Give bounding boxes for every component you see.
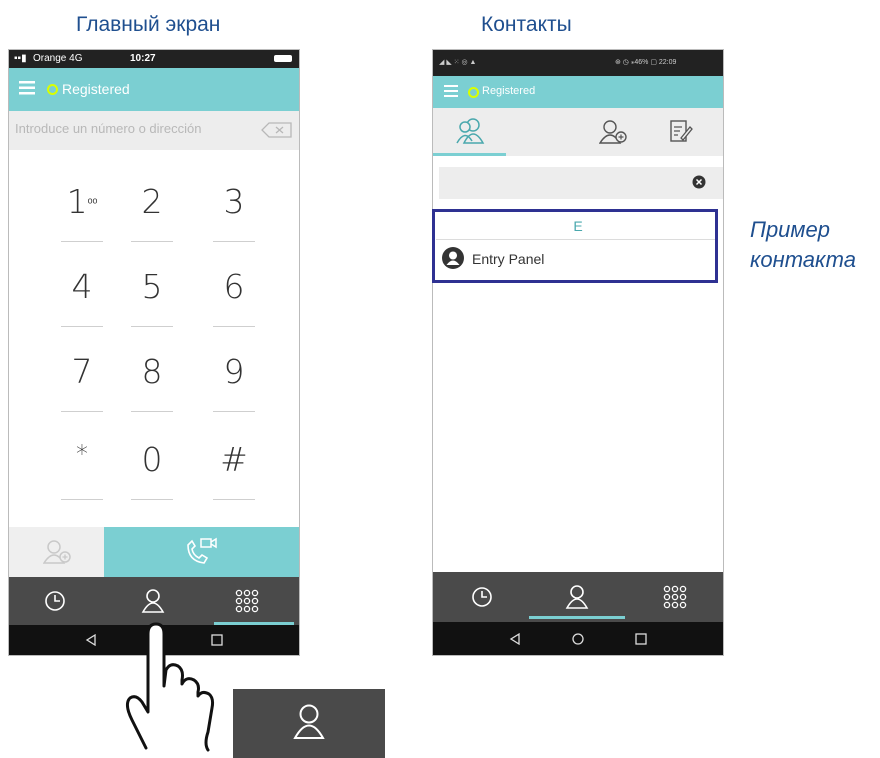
number-input-placeholder: Introduce un número o dirección [15,121,202,136]
key-3[interactable]: 3 [199,182,269,242]
contact-search-field[interactable] [439,167,723,199]
key-digit: * [76,440,88,468]
dialpad: 1ᵒᵒ 2 3 4 5 6 7 8 9 * 0 # [9,150,299,527]
status-bar: ◢ ◣ ⁙ ◎ ▲ ⊛ ◷ ⁎46% ▢ 22:09 [433,50,723,76]
tab-add-contact-icon[interactable] [599,119,629,145]
registration-status: Registered [482,85,536,97]
recents-icon[interactable] [635,633,647,645]
annotation-line-2: контакта [750,247,856,272]
back-icon[interactable] [509,633,521,645]
add-contact-button[interactable] [9,527,104,577]
key-star[interactable]: * [47,440,117,500]
app-bar: Registered [433,76,723,108]
key-digit: 1 [66,182,88,221]
home-screen-phone: ▪▪▮ Orange 4G 10:27 Registered Introduce… [8,49,300,656]
contact-example-highlight [432,209,718,283]
key-7[interactable]: 7 [47,352,117,412]
active-tab-indicator [529,616,625,619]
bottom-nav [9,577,299,625]
contacts-icon [293,704,325,739]
annotation-line-1: Пример [750,217,830,242]
video-call-button[interactable] [104,527,299,577]
status-bar: ▪▪▮ Orange 4G 10:27 [9,50,299,68]
add-contact-icon [43,540,71,564]
dialpad-icon[interactable] [235,589,259,613]
key-2[interactable]: 2 [117,182,187,242]
app-bar: Registered [9,68,299,111]
key-hash[interactable]: # [199,440,269,500]
key-8[interactable]: 8 [117,352,187,412]
key-digit: 3 [223,182,245,221]
clock-label: 10:27 [130,53,156,64]
contacts-tab-bar [433,108,723,156]
registered-status-icon [47,84,58,95]
history-icon[interactable] [471,586,493,608]
contacts-icon[interactable] [141,588,165,614]
registered-status-icon [468,87,479,98]
home-screen-caption: Главный экран [76,13,221,36]
history-icon[interactable] [44,590,66,612]
status-icons-left: ◢ ◣ ⁙ ◎ ▲ [439,59,477,66]
action-row [9,527,299,577]
key-6[interactable]: 6 [199,267,269,327]
contacts-screen-caption: Контакты [481,13,572,36]
bottom-nav [433,572,723,622]
key-1[interactable]: 1ᵒᵒ [47,182,117,242]
menu-icon[interactable] [19,81,35,95]
number-input-field[interactable]: Introduce un número o dirección [9,111,299,150]
clear-search-icon[interactable] [692,175,706,189]
backspace-icon[interactable] [261,122,293,138]
key-digit: 0 [141,440,163,479]
contacts-icon[interactable] [565,584,589,610]
menu-icon[interactable] [444,85,458,97]
key-digit: # [220,440,248,479]
system-nav-bar [433,622,723,655]
battery-icon [274,55,292,62]
key-digit: 4 [71,267,93,306]
tab-edit-list-icon[interactable] [669,118,693,144]
key-digit: 8 [141,352,163,391]
contacts-button-zoom [233,689,385,758]
active-tab-indicator [433,153,506,156]
key-4[interactable]: 4 [47,267,117,327]
key-digit: 5 [141,267,163,306]
registration-status: Registered [62,81,130,97]
carrier-label: Orange 4G [33,53,83,64]
back-icon[interactable] [85,634,97,646]
dialpad-icon[interactable] [663,585,687,609]
key-9[interactable]: 9 [199,352,269,412]
contacts-screen-phone: ◢ ◣ ⁙ ◎ ▲ ⊛ ◷ ⁎46% ▢ 22:09 Registered E … [432,49,724,656]
key-0[interactable]: 0 [117,440,187,500]
video-call-icon [187,537,217,564]
key-digit: 7 [71,352,93,391]
key-digit: 9 [223,352,245,391]
hand-pointer-icon [125,622,215,752]
signal-icon: ▪▪▮ [14,53,27,64]
home-icon[interactable] [572,633,584,645]
voicemail-icon: ᵒᵒ [87,194,98,210]
key-digit: 2 [141,182,163,221]
key-5[interactable]: 5 [117,267,187,327]
tab-contacts-icon[interactable] [455,117,485,145]
key-digit: 6 [223,267,245,306]
contact-example-annotation: Пример контакта [750,215,856,275]
status-right: ⊛ ◷ ⁎46% ▢ 22:09 [615,59,677,66]
